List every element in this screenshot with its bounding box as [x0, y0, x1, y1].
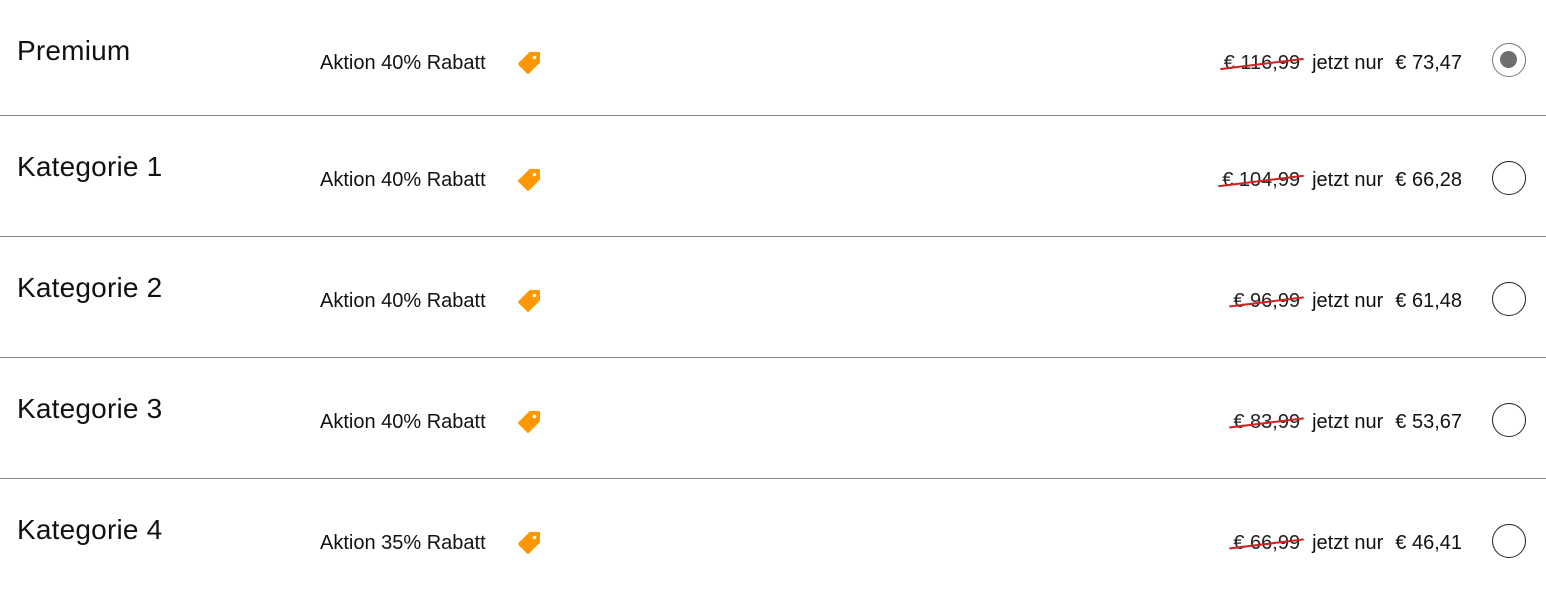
category-title: Kategorie 4 — [17, 514, 163, 545]
category-title: Kategorie 1 — [17, 151, 163, 182]
new-price: € 73,47 — [1395, 52, 1462, 74]
old-price: € 104,99 — [1218, 168, 1304, 192]
ticket-category-list: Premium Aktion 40% Rabatt € 116,99 jetzt… — [0, 0, 1546, 595]
category-row-kategorie-3[interactable]: Kategorie 3 Aktion 40% Rabatt € 83,99 je… — [0, 358, 1546, 479]
old-price: € 66,99 — [1229, 531, 1304, 555]
price-block: € 66,99 jetzt nur € 46,41 — [1229, 531, 1462, 555]
now-label: jetzt nur — [1312, 290, 1384, 312]
new-price: € 66,28 — [1395, 169, 1462, 191]
category-row-kategorie-1[interactable]: Kategorie 1 Aktion 40% Rabatt € 104,99 j… — [0, 116, 1546, 237]
price-block: € 96,99 jetzt nur € 61,48 — [1229, 289, 1462, 313]
select-radio-kategorie-1[interactable] — [1492, 161, 1526, 195]
promo-label: Aktion 40% Rabatt — [320, 411, 486, 433]
category-row-kategorie-4[interactable]: Kategorie 4 Aktion 35% Rabatt € 66,99 je… — [0, 479, 1546, 595]
old-price: € 116,99 — [1219, 51, 1304, 75]
price-block: € 116,99 jetzt nur € 73,47 — [1219, 51, 1462, 75]
price-tag-icon — [518, 532, 540, 554]
new-price: € 53,67 — [1395, 411, 1462, 433]
select-radio-kategorie-2[interactable] — [1492, 282, 1526, 316]
category-title: Kategorie 3 — [17, 393, 163, 424]
price-tag-icon — [518, 52, 540, 74]
promo-label: Aktion 40% Rabatt — [320, 169, 486, 191]
promo-label: Aktion 40% Rabatt — [320, 290, 486, 312]
now-label: jetzt nur — [1312, 52, 1384, 74]
select-radio-kategorie-4[interactable] — [1492, 524, 1526, 558]
category-row-premium[interactable]: Premium Aktion 40% Rabatt € 116,99 jetzt… — [0, 0, 1546, 116]
old-price: € 96,99 — [1229, 289, 1304, 313]
promo-label: Aktion 40% Rabatt — [320, 52, 486, 74]
category-title: Kategorie 2 — [17, 272, 163, 303]
new-price: € 61,48 — [1395, 290, 1462, 312]
select-radio-kategorie-3[interactable] — [1492, 403, 1526, 437]
new-price: € 46,41 — [1395, 532, 1462, 554]
category-row-kategorie-2[interactable]: Kategorie 2 Aktion 40% Rabatt € 96,99 je… — [0, 237, 1546, 358]
now-label: jetzt nur — [1312, 169, 1384, 191]
promo-label: Aktion 35% Rabatt — [320, 532, 486, 554]
price-block: € 83,99 jetzt nur € 53,67 — [1229, 410, 1462, 434]
price-tag-icon — [518, 169, 540, 191]
now-label: jetzt nur — [1312, 532, 1384, 554]
select-radio-premium[interactable] — [1492, 43, 1526, 77]
category-title: Premium — [17, 35, 131, 66]
old-price: € 83,99 — [1229, 410, 1304, 434]
price-tag-icon — [518, 290, 540, 312]
price-tag-icon — [518, 411, 540, 433]
now-label: jetzt nur — [1312, 411, 1384, 433]
price-block: € 104,99 jetzt nur € 66,28 — [1218, 168, 1462, 192]
